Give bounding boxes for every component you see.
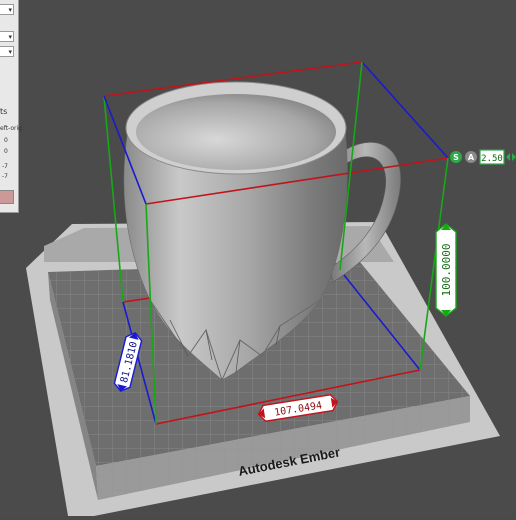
scale-a-label: A <box>468 153 475 162</box>
height-dimension[interactable]: 100.0000 <box>435 223 457 317</box>
panel-dropdown-1[interactable]: ▾ <box>0 4 14 15</box>
viewport[interactable]: Autodesk Ember 100.0000 107.0494 81.1810… <box>0 0 516 516</box>
panel-value-4: -7 <box>2 173 8 180</box>
panel-value-1: 0 <box>4 137 8 144</box>
panel-section-label: ts <box>0 107 8 116</box>
mug-interior <box>136 94 336 170</box>
panel-dropdown-3[interactable]: ▾ <box>0 46 14 57</box>
chevron-down-icon: ▾ <box>8 48 12 56</box>
scale-s-label: S <box>453 153 459 162</box>
panel-value-2: 0 <box>4 148 8 155</box>
panel-color-swatch[interactable] <box>0 190 14 204</box>
panel-dropdown-2[interactable]: ▾ <box>0 31 14 42</box>
height-dimension-value: 100.0000 <box>440 244 453 297</box>
properties-panel: ▾ ▾ ▾ ts eft-orig 0 0 -7 -7 <box>0 0 22 213</box>
scale-value: 2.50 <box>481 154 503 164</box>
chevron-down-icon: ▾ <box>8 6 12 14</box>
panel-sub-label: eft-orig <box>0 125 22 132</box>
scene-3d-view[interactable]: Autodesk Ember 100.0000 107.0494 81.1810… <box>0 0 516 516</box>
panel-value-3: -7 <box>2 163 8 170</box>
chevron-down-icon: ▾ <box>8 33 12 41</box>
